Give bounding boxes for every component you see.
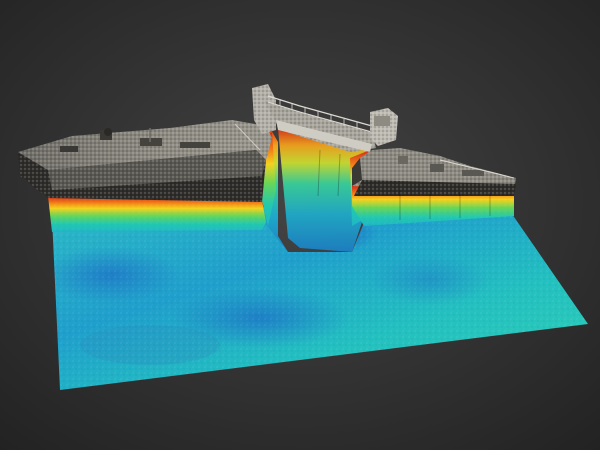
render-viewport[interactable] [0,0,600,450]
point-cloud-render [0,0,600,450]
